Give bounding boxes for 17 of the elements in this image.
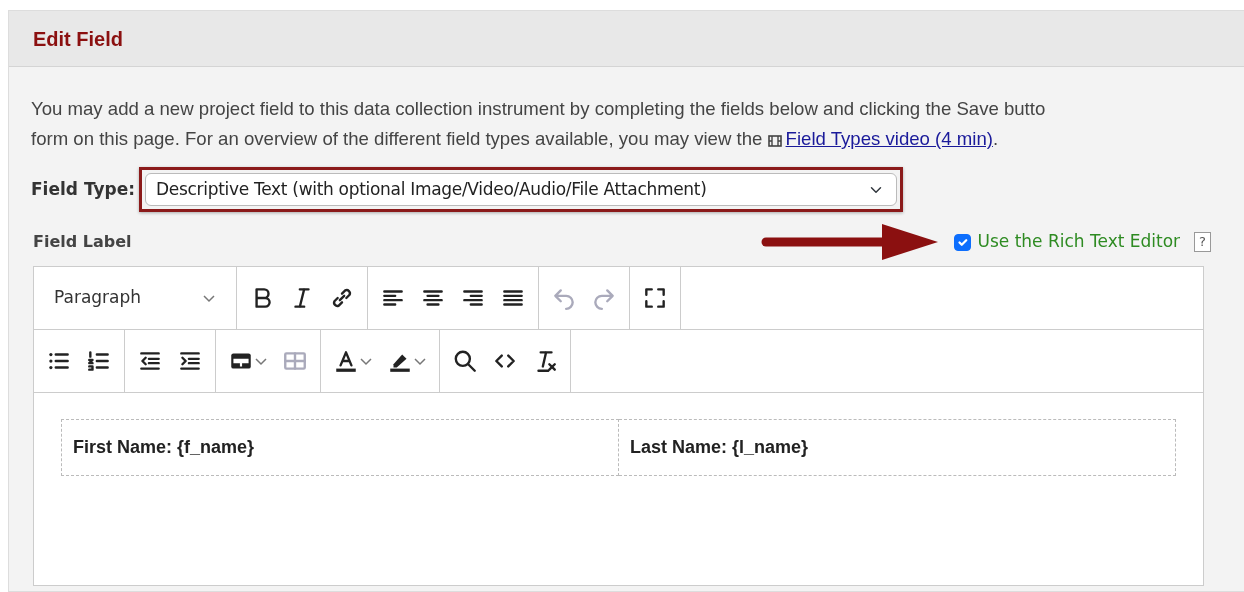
panel-title: Edit Field xyxy=(33,26,123,52)
intro-paragraph: You may add a new project field to this data collection instrument by completing the fields below and clicking the Save butto form on this page. For an overview of the different field types available, you may view the Field Types video (4 min). xyxy=(31,94,1244,155)
field-label-heading: Field Label xyxy=(33,231,132,253)
numbers-icon xyxy=(86,348,112,374)
search-icon xyxy=(452,348,478,374)
rich-text-editor[interactable]: Paragraph First Name: {f_name} Last Name: {l_name} xyxy=(33,266,1204,586)
rich-text-label: Use the Rich Text Editor xyxy=(977,230,1181,254)
rich-text-checkbox[interactable] xyxy=(954,233,972,251)
video-link[interactable]: Field Types video (4 min) xyxy=(785,128,993,149)
fullscreen-icon xyxy=(642,285,668,311)
text-color-icon xyxy=(333,348,359,374)
field-type-label: Field Type: xyxy=(31,177,136,201)
table-cell: First Name: {f_name} xyxy=(61,419,619,476)
field-type-select[interactable]: Descriptive Text (with optional Image/Video/Audio/File Attachment) xyxy=(145,173,898,206)
help-button[interactable]: ? xyxy=(1194,232,1211,252)
table-cell: Last Name: {l_name} xyxy=(618,419,1176,476)
block-format-dropdown[interactable]: Paragraph xyxy=(40,278,230,318)
